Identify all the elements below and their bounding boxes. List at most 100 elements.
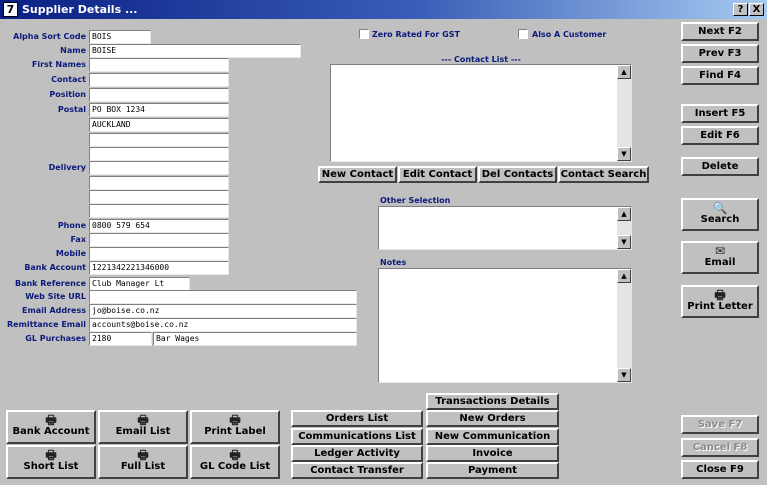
title-bar: 7 Supplier Details ... ? X [0,0,767,19]
contact-field[interactable] [89,73,229,87]
print-label-button[interactable]: 🖶 Print Label [190,410,280,444]
email-button[interactable]: ✉ Email [681,241,759,274]
cancel-button[interactable]: Cancel F8 [681,438,759,457]
scroll-up-arrow-icon[interactable]: ▲ [617,207,631,221]
gl-purchases-code-field[interactable]: 2180 [89,332,152,346]
label-phone: Phone [57,221,86,230]
close-window-button[interactable]: X [749,3,764,16]
delivery-line-4[interactable] [89,204,229,218]
find-button[interactable]: Find F4 [681,66,759,85]
email-list-button[interactable]: 🖶 Email List [98,410,188,444]
email-button-label: Email [704,257,736,268]
full-list-button-label: Full List [120,461,166,472]
transactions-details-button[interactable]: Transactions Details [426,393,559,410]
edit-button[interactable]: Edit F6 [681,126,759,145]
notes-textarea[interactable]: ▲ ▼ [378,268,632,383]
bank-account-button-label: Bank Account [12,426,90,437]
help-button[interactable]: ? [733,3,748,16]
bank-reference-field[interactable]: Club Manager Lt [89,277,190,291]
postal-line-2[interactable]: AUCKLAND [89,118,229,132]
scroll-down-arrow-icon[interactable]: ▼ [617,368,631,382]
delivery-line-2[interactable] [89,176,229,190]
email-list-button-label: Email List [115,426,171,437]
ledger-activity-button[interactable]: Ledger Activity [291,445,423,462]
save-button[interactable]: Save F7 [681,415,759,434]
short-list-button[interactable]: 🖶 Short List [6,445,96,479]
invoice-button[interactable]: Invoice [426,445,559,462]
email-icon: ✉ [714,244,726,258]
communications-list-button[interactable]: Communications List [291,428,423,445]
scroll-up-arrow-icon[interactable]: ▲ [617,65,631,79]
zero-rated-gst-checkbox[interactable] [359,29,369,39]
label-delivery: Delivery [48,163,86,172]
other-selection-list[interactable]: ▲ ▼ [378,206,632,250]
full-list-button[interactable]: 🖶 Full List [98,445,188,479]
also-customer-checkbox[interactable] [518,29,528,39]
postal-line-3[interactable] [89,133,229,147]
label-postal: Postal [57,105,86,114]
new-orders-button[interactable]: New Orders [426,410,559,427]
payment-button[interactable]: Payment [426,462,559,479]
label-fax: Fax [70,235,86,244]
contact-search-button[interactable]: Contact Search [558,166,649,183]
first-names-field[interactable] [89,58,229,72]
printer-icon: 🖶 [45,413,57,427]
other-selection-scrollbar[interactable]: ▲ ▼ [617,207,631,249]
scroll-down-arrow-icon[interactable]: ▼ [617,147,631,161]
bank-account-button[interactable]: 🖶 Bank Account [6,410,96,444]
edit-contact-button[interactable]: Edit Contact [398,166,477,183]
notes-title: Notes [380,258,407,267]
printer-icon: 🖶 [714,288,726,302]
alpha-sort-code-field[interactable]: BOIS [89,30,151,44]
remittance-email-field[interactable]: accounts@boise.co.nz [89,318,357,332]
contact-list[interactable]: ▲ ▼ [330,64,632,162]
delivery-line-3[interactable] [89,190,229,204]
printer-icon: 🖶 [45,448,57,462]
notes-scrollbar[interactable]: ▲ ▼ [617,269,631,382]
postal-line-1[interactable]: PO BOX 1234 [89,103,229,117]
label-position: Position [49,90,86,99]
print-letter-button[interactable]: 🖶 Print Letter [681,285,759,318]
next-button[interactable]: Next F2 [681,22,759,41]
insert-button[interactable]: Insert F5 [681,104,759,123]
short-list-button-label: Short List [23,461,79,472]
position-field[interactable] [89,88,229,102]
orders-list-button[interactable]: Orders List [291,410,423,427]
window-title: Supplier Details ... [22,3,138,16]
contact-list-scrollbar[interactable]: ▲ ▼ [617,65,631,161]
bank-account-field[interactable]: 1221342221346000 [89,261,229,275]
new-communication-button[interactable]: New Communication [426,428,559,445]
contact-transfer-button[interactable]: Contact Transfer [291,462,423,479]
close-button[interactable]: Close F9 [681,460,759,479]
other-selection-title: Other Selection [380,196,451,205]
delete-button[interactable]: Delete [681,157,759,176]
email-address-field[interactable]: jo@boise.co.nz [89,304,357,318]
label-alpha-sort-code: Alpha Sort Code [13,32,86,41]
gl-code-list-button-label: GL Code List [199,461,271,472]
print-letter-button-label: Print Letter [687,301,753,312]
search-button[interactable]: 🔍 Search [681,198,759,231]
gl-purchases-name-field[interactable]: Bar Wages [153,332,357,346]
delivery-line-1[interactable] [89,161,229,175]
phone-field[interactable]: 0800 579 654 [89,219,229,233]
name-field[interactable]: BOISE [89,44,301,58]
label-web-site-url: Web Site URL [25,292,86,301]
label-first-names: First Names [31,60,86,69]
web-site-url-field[interactable] [89,290,357,304]
app-icon: 7 [3,2,18,17]
label-bank-account: Bank Account [24,263,86,272]
prev-button[interactable]: Prev F3 [681,44,759,63]
postal-line-4[interactable] [89,147,229,161]
new-contact-button[interactable]: New Contact [318,166,397,183]
gl-code-list-button[interactable]: 🖶 GL Code List [190,445,280,479]
fax-field[interactable] [89,233,229,247]
contact-list-title: --- Contact List --- [441,55,521,64]
scroll-down-arrow-icon[interactable]: ▼ [617,235,631,249]
scroll-up-arrow-icon[interactable]: ▲ [617,269,631,283]
label-mobile: Mobile [55,249,86,258]
label-remittance-email: Remittance Email [6,320,86,329]
print-label-button-label: Print Label [204,426,266,437]
search-button-label: Search [700,214,740,225]
del-contacts-button[interactable]: Del Contacts [478,166,557,183]
mobile-field[interactable] [89,247,229,261]
